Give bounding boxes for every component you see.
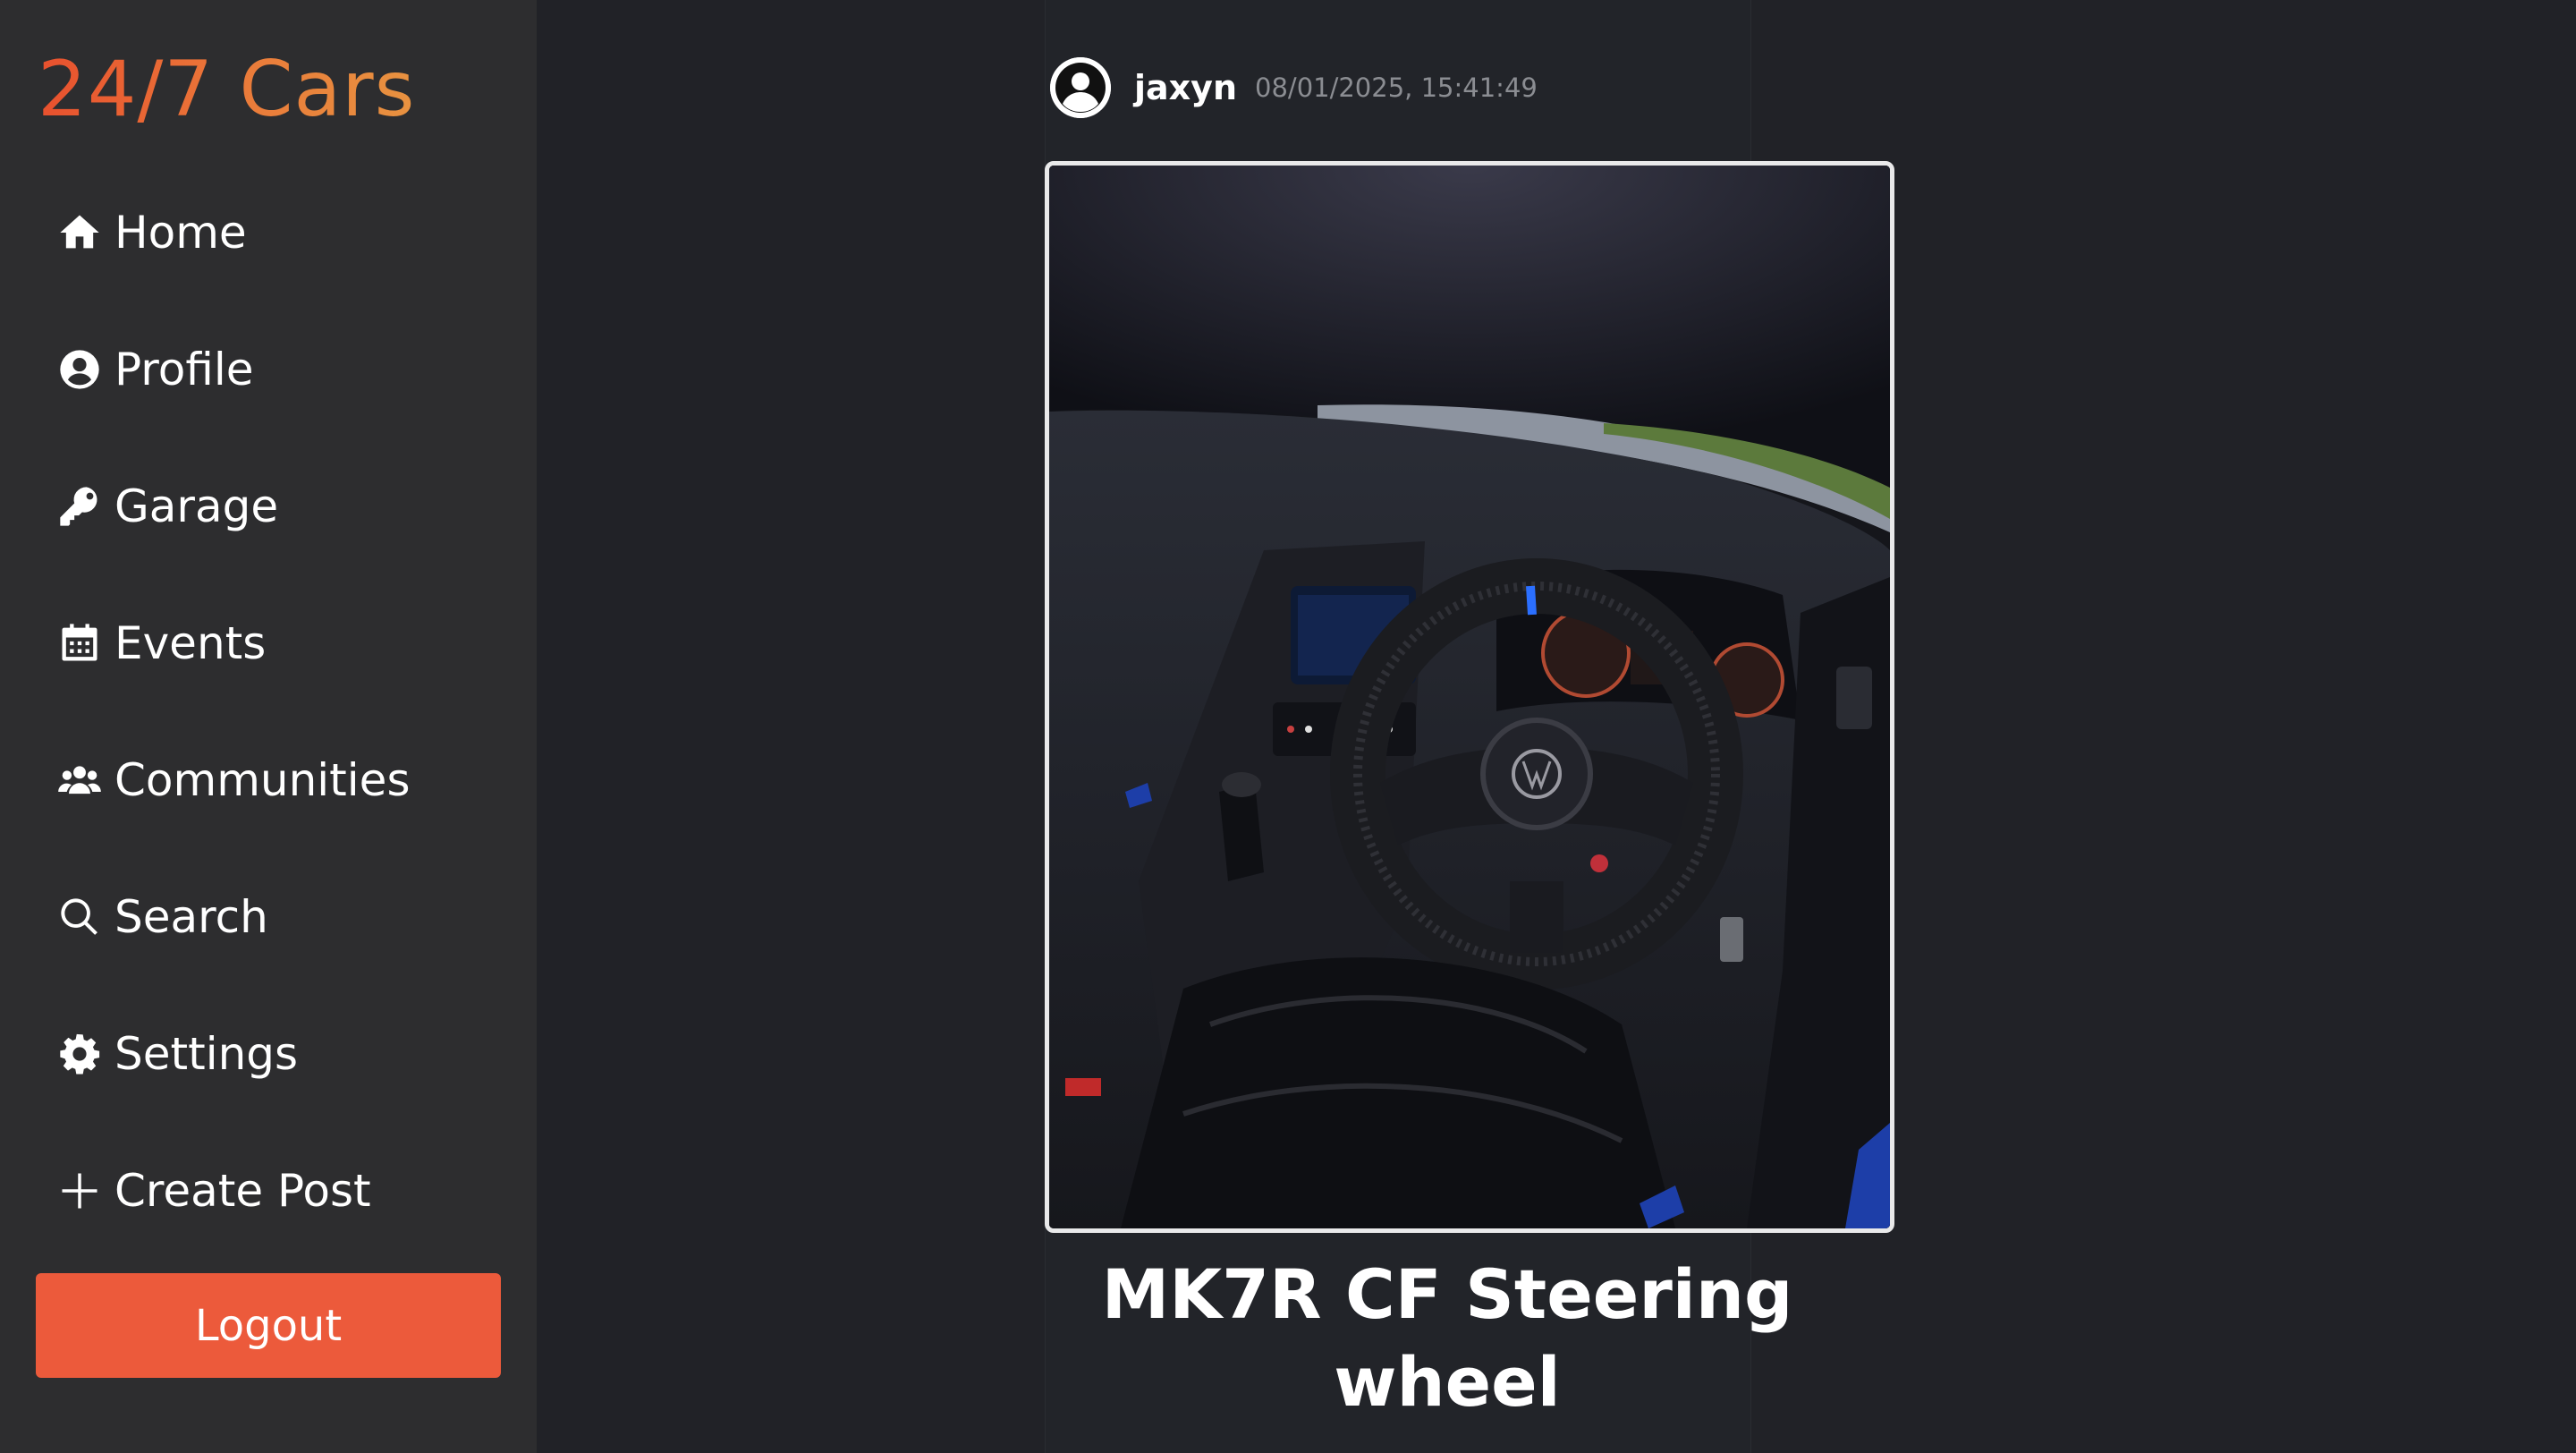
home-icon [55,208,104,257]
post-title: MK7R CF Steering wheel [1101,1254,1793,1422]
sidebar-item-events[interactable]: Events [55,608,266,679]
search-icon [55,893,104,941]
logout-button[interactable]: Logout [36,1273,501,1378]
sidebar-item-settings[interactable]: Settings [55,1018,298,1090]
sidebar-item-label: Profile [114,344,254,395]
post-header: jaxyn 08/01/2025, 15:41:49 [1050,55,1538,120]
user-circle-icon [55,345,104,394]
sidebar-item-label: Communities [114,754,411,806]
sidebar-item-communities[interactable]: Communities [55,744,411,816]
sidebar-item-label: Home [114,207,247,259]
sidebar: 24/7 Cars Home Profile Garage Events Com… [0,0,537,1453]
users-icon [55,756,104,804]
sidebar-item-profile[interactable]: Profile [55,334,253,405]
sidebar-item-label: Garage [114,480,279,532]
steering-wheel-photo-icon [1049,166,1890,1228]
gear-icon [55,1030,104,1078]
sidebar-item-label: Search [114,891,268,943]
key-icon [55,482,104,531]
post-image[interactable] [1045,161,1894,1233]
post-timestamp: 08/01/2025, 15:41:49 [1255,72,1538,103]
sidebar-item-search[interactable]: Search [55,881,268,953]
post-username[interactable]: jaxyn [1134,68,1237,107]
sidebar-item-create-post[interactable]: Create Post [55,1155,371,1227]
user-avatar-icon [1050,57,1111,118]
sidebar-item-label: Settings [114,1028,299,1080]
sidebar-item-home[interactable]: Home [55,197,247,268]
plus-icon [55,1167,104,1215]
sidebar-item-garage[interactable]: Garage [55,471,278,542]
calendar-icon [55,619,104,667]
sidebar-item-label: Events [114,617,267,669]
sidebar-item-label: Create Post [114,1165,371,1217]
brand-logo[interactable]: 24/7 Cars [38,45,415,134]
avatar[interactable] [1050,57,1111,118]
